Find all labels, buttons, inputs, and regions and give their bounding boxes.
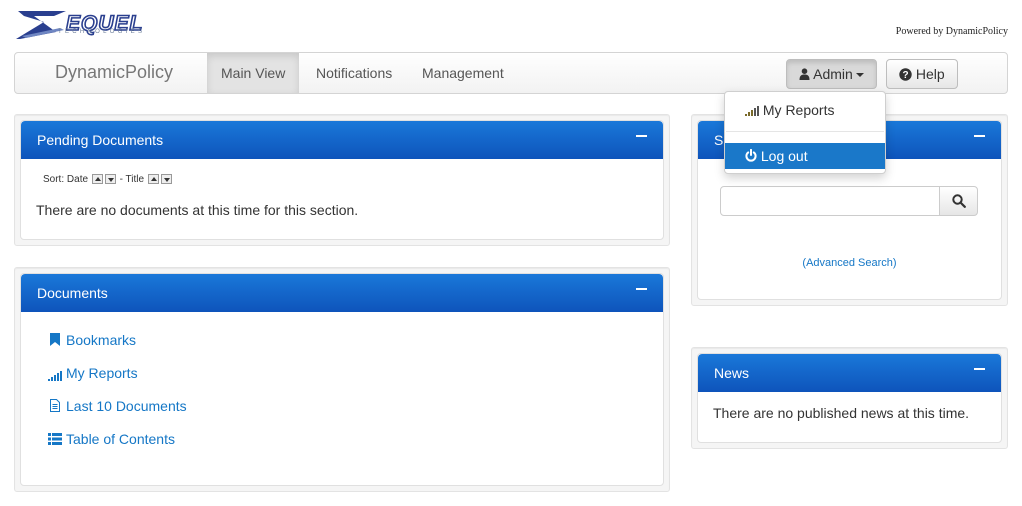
documents-link-toc[interactable]: Table of Contents bbox=[48, 431, 175, 448]
sort-date-desc-icon[interactable] bbox=[104, 174, 116, 185]
link-label: Bookmarks bbox=[66, 332, 137, 348]
news-title: News bbox=[714, 365, 750, 381]
list-icon bbox=[48, 433, 62, 446]
help-label: Help bbox=[915, 66, 945, 82]
link-label: Last 10 Documents bbox=[66, 398, 187, 414]
news-header: News bbox=[698, 354, 1001, 392]
main-navbar: DynamicPolicy Main View Notifications Ma… bbox=[14, 52, 1008, 94]
menu-divider bbox=[726, 131, 884, 132]
help-button[interactable]: ? Help bbox=[886, 59, 958, 89]
admin-menu-button[interactable]: Admin bbox=[786, 59, 877, 89]
question-circle-icon: ? bbox=[899, 68, 912, 81]
minimize-icon[interactable] bbox=[974, 368, 985, 370]
search-icon bbox=[952, 194, 966, 208]
svg-text:?: ? bbox=[902, 70, 908, 81]
minimize-icon[interactable] bbox=[974, 135, 985, 137]
pending-documents-panel: Pending Documents Sort: Date - Title The… bbox=[20, 120, 664, 240]
minimize-icon[interactable] bbox=[636, 288, 647, 290]
link-label: My Reports bbox=[66, 365, 138, 381]
user-icon bbox=[799, 68, 810, 80]
menu-item-log-out[interactable]: Log out bbox=[725, 143, 885, 169]
documents-link-my-reports[interactable]: My Reports bbox=[48, 365, 138, 382]
link-label: Table of Contents bbox=[66, 431, 175, 447]
search-button[interactable] bbox=[939, 186, 978, 216]
power-icon bbox=[745, 148, 757, 162]
sort-label: Sort: bbox=[43, 174, 65, 185]
logo-subtext: TECHNOLOGIES bbox=[58, 29, 146, 35]
sort-title-desc-icon[interactable] bbox=[160, 174, 172, 185]
pending-documents-title: Pending Documents bbox=[37, 132, 164, 148]
documents-link-bookmarks[interactable]: Bookmarks bbox=[48, 332, 136, 349]
sort-title-label: Title bbox=[125, 174, 145, 185]
nav-management[interactable]: Management bbox=[408, 53, 518, 93]
sort-controls: Sort: Date - Title bbox=[43, 174, 173, 185]
nav-notifications[interactable]: Notifications bbox=[302, 53, 406, 93]
documents-header: Documents bbox=[21, 274, 663, 312]
chevron-down-icon bbox=[855, 73, 864, 78]
menu-item-label: Log out bbox=[760, 148, 808, 164]
minimize-icon[interactable] bbox=[636, 135, 647, 137]
news-empty-message: There are no published news at this time… bbox=[713, 405, 970, 421]
signal-bars-icon bbox=[745, 106, 759, 117]
document-icon bbox=[50, 399, 60, 413]
documents-panel: Documents Bookmarks My Reports Last 10 D… bbox=[20, 273, 664, 486]
navbar-brand[interactable]: DynamicPolicy bbox=[55, 62, 173, 83]
zequel-logo-icon: EQUEL bbox=[16, 11, 143, 39]
menu-item-my-reports[interactable]: My Reports bbox=[725, 97, 885, 123]
admin-dropdown-menu: My Reports Log out bbox=[724, 91, 886, 174]
menu-item-label: My Reports bbox=[762, 102, 835, 118]
news-panel: News There are no published news at this… bbox=[697, 353, 1002, 443]
signal-bars-icon bbox=[48, 370, 62, 381]
sort-date-asc-icon[interactable] bbox=[91, 174, 103, 185]
powered-by-text: Powered by DynamicPolicy bbox=[895, 26, 1008, 37]
sort-date-label: Date bbox=[66, 174, 89, 185]
sort-title-asc-icon[interactable] bbox=[147, 174, 159, 185]
advanced-search-link[interactable]: (Advanced Search) bbox=[698, 257, 1001, 269]
pending-empty-message: There are no documents at this time for … bbox=[36, 202, 359, 218]
bookmark-icon bbox=[50, 333, 60, 347]
sort-separator: - bbox=[119, 174, 123, 185]
nav-main-view[interactable]: Main View bbox=[207, 53, 300, 93]
admin-label: Admin bbox=[813, 66, 853, 82]
documents-title: Documents bbox=[37, 285, 108, 301]
pending-documents-header: Pending Documents bbox=[21, 121, 663, 159]
search-input[interactable] bbox=[720, 186, 940, 216]
documents-link-last-10[interactable]: Last 10 Documents bbox=[48, 398, 187, 415]
